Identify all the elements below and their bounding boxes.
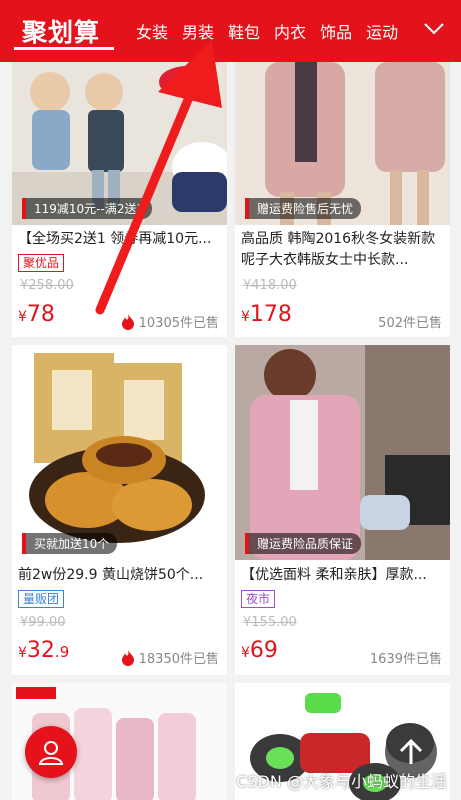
product-title: 【全场买2送1 领券再减10元... [18, 231, 212, 247]
promo-tag: 赠运费险售后无忧 [245, 198, 362, 219]
tab-shoes-bags[interactable]: 鞋包 [228, 19, 260, 43]
sale-price: ¥78 [18, 302, 55, 327]
tab-men[interactable]: 男装 [182, 19, 214, 43]
tab-accessories[interactable]: 饰品 [320, 19, 352, 43]
product-badge: 量贩团 [18, 590, 65, 608]
user-center-button[interactable] [25, 726, 77, 778]
promo-tag: 119减10元--满2送1 [22, 198, 153, 219]
product-image-coat[interactable]: 赠运费险售后无忧 [235, 62, 450, 225]
promo-tag: 买就加送10个 [22, 533, 118, 554]
fire-icon [121, 649, 134, 666]
product-card[interactable]: 买就加送10个 前2w份29.9 黄山烧饼50个... 量贩团 ¥99.00 ¥… [12, 345, 227, 675]
sale-price: ¥69 [241, 638, 278, 663]
product-title: 前2w份29.9 黄山烧饼50个... [18, 567, 204, 583]
product-card[interactable]: 赠运费险品质保证 【优选面料 柔和亲肤】厚款... 夜市 ¥155.00 ¥69… [235, 345, 450, 675]
chevron-down-icon[interactable] [423, 22, 445, 36]
original-price: ¥418.00 [243, 278, 297, 293]
category-tabs: 女装 男装 鞋包 内衣 饰品 运动 [122, 0, 412, 62]
product-image-kids[interactable]: 119减10元--满2送1 [12, 62, 227, 225]
tab-underwear[interactable]: 内衣 [274, 19, 306, 43]
tab-sports[interactable]: 运动 [366, 19, 398, 43]
sold-count: 502件已售 [378, 316, 442, 331]
product-title: 【优选面料 柔和亲肤】厚款... [241, 567, 427, 583]
product-card[interactable]: 赠运费险售后无忧 高品质 韩陶2016秋冬女装新款呢子大衣韩版女士中长款... … [235, 62, 450, 337]
product-image-cardigan[interactable]: 赠运费险品质保证 [235, 345, 450, 560]
arrow-up-icon [399, 738, 423, 764]
sale-price: ¥32.9 [18, 638, 70, 663]
original-price: ¥99.00 [20, 615, 66, 630]
promo-tag: 赠运费险品质保证 [245, 533, 362, 554]
juhuasuan-logo[interactable]: 聚划算 [0, 0, 122, 62]
tab-women[interactable]: 女装 [136, 19, 168, 43]
sold-count: 1639件已售 [369, 652, 442, 667]
original-price: ¥155.00 [243, 615, 297, 630]
sale-price: ¥178 [241, 302, 292, 327]
sold-count: 10305件已售 [121, 312, 219, 331]
sold-count: 18350件已售 [121, 648, 219, 667]
product-grid: 119减10元--满2送1 【全场买2送1 领券再减10元... 聚优品 ¥25… [12, 62, 450, 800]
original-price: ¥258.00 [20, 278, 74, 293]
product-badge: 夜市 [241, 590, 276, 608]
product-badge: 聚优品 [18, 254, 65, 272]
user-icon [38, 741, 64, 765]
product-card[interactable]: 119减10元--满2送1 【全场买2送1 领券再减10元... 聚优品 ¥25… [12, 62, 227, 337]
fire-icon [121, 313, 134, 330]
watermark: CSDN @大象与小蚂蚁的生活 [236, 772, 447, 791]
product-title: 高品质 韩陶2016秋冬女装新款呢子大衣韩版女士中长款... [241, 231, 436, 268]
product-image-shaobing[interactable]: 买就加送10个 [12, 345, 227, 560]
top-nav-bar: 聚划算 女装 男装 鞋包 内衣 饰品 运动 [0, 0, 461, 62]
